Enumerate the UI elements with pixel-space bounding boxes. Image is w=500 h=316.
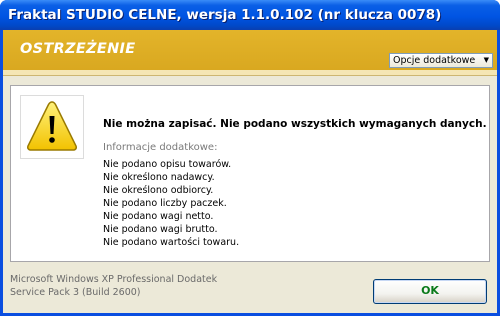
banner-title: OSTRZEŻENIE xyxy=(20,41,136,57)
list-item: Nie podano opisu towarów. xyxy=(103,159,232,170)
list-item: Nie podano wagi brutto. xyxy=(103,224,218,235)
chevron-down-icon: ▼ xyxy=(483,56,489,64)
list-item: Nie podano wagi netto. xyxy=(103,211,214,222)
dialog-window: Fraktal STUDIO CELNE, wersja 1.1.0.102 (… xyxy=(0,0,500,316)
message-panel: Nie można zapisać. Nie podano wszystkich… xyxy=(10,85,490,262)
title-bar[interactable]: Fraktal STUDIO CELNE, wersja 1.1.0.102 (… xyxy=(0,0,500,30)
options-dropdown-button[interactable]: Opcje dodatkowe ▼ xyxy=(389,53,493,68)
additional-info-label: Informacje dodatkowe: xyxy=(103,142,218,153)
list-item: Nie określono nadawcy. xyxy=(103,172,215,183)
warning-banner: OSTRZEŻENIE Opcje dodatkowe ▼ xyxy=(3,30,497,70)
options-dropdown-label: Opcje dodatkowe xyxy=(393,55,476,66)
list-item: Nie podano liczby paczek. xyxy=(103,198,227,209)
warning-icon-frame xyxy=(20,95,84,159)
list-item: Nie określono odbiorcy. xyxy=(103,185,214,196)
warning-triangle-icon xyxy=(27,101,77,151)
banner-divider xyxy=(3,70,497,76)
dialog-client-area: OSTRZEŻENIE Opcje dodatkowe ▼ Nie można … xyxy=(3,30,497,313)
ok-button[interactable]: OK xyxy=(373,279,487,304)
error-message: Nie można zapisać. Nie podano wszystkich… xyxy=(103,118,487,130)
os-info-line1: Microsoft Windows XP Professional Dodate… xyxy=(10,274,218,285)
os-info-line2: Service Pack 3 (Build 2600) xyxy=(10,287,141,298)
os-info: Microsoft Windows XP Professional Dodate… xyxy=(10,273,217,299)
details-list: Nie podano opisu towarów. Nie określono … xyxy=(103,158,239,249)
window-title: Fraktal STUDIO CELNE, wersja 1.1.0.102 (… xyxy=(8,7,442,23)
list-item: Nie podano wartości towaru. xyxy=(103,237,240,248)
